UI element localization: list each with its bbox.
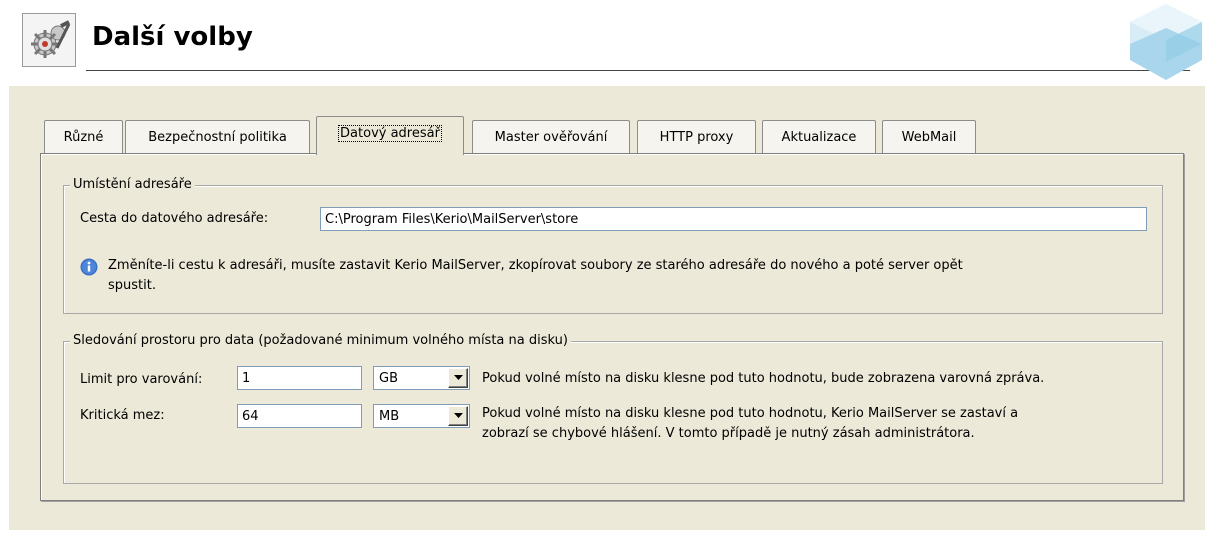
critical-limit-label: Kritická mez: bbox=[80, 408, 165, 423]
warning-description: Pokud volné místo na disku klesne pod tu… bbox=[482, 371, 1045, 386]
info-text-line2: spustit. bbox=[108, 278, 156, 293]
warning-unit-value: GB bbox=[379, 371, 398, 386]
tab-bezpecnostni-politika[interactable]: Bezpečnostní politika bbox=[125, 120, 310, 153]
path-label: Cesta do datového adresáře: bbox=[80, 211, 269, 226]
path-field[interactable]: C:\Program Files\Kerio\MailServer\store bbox=[320, 207, 1147, 231]
warning-limit-label: Limit pro varování: bbox=[80, 372, 203, 387]
tab-panel: Umístění adresáře Cesta do datového adre… bbox=[40, 153, 1184, 501]
tab-label: Master ověřování bbox=[494, 130, 608, 145]
tab-label: Datový adresář bbox=[338, 125, 442, 142]
tab-webmail[interactable]: WebMail bbox=[882, 120, 976, 153]
location-group: Umístění adresáře Cesta do datového adre… bbox=[63, 177, 1163, 314]
critical-description-line2: zobrazí se chybové hlášení. V tomto příp… bbox=[482, 426, 975, 441]
chevron-down-icon[interactable] bbox=[448, 368, 468, 388]
critical-limit-input[interactable]: 64 bbox=[237, 404, 362, 428]
header-divider bbox=[86, 70, 1190, 71]
header: Další volby bbox=[0, 0, 1214, 82]
warning-unit-select[interactable]: GB bbox=[373, 366, 470, 390]
location-group-title: Umístění adresáře bbox=[70, 177, 195, 192]
warning-limit-input[interactable]: 1 bbox=[237, 366, 362, 390]
info-text-line1: Změníte-li cestu k adresáři, musíte zast… bbox=[108, 258, 963, 273]
tab-http-proxy[interactable]: HTTP proxy bbox=[637, 120, 756, 153]
tab-ruzne[interactable]: Různé bbox=[44, 120, 123, 153]
gears-tools-icon bbox=[22, 13, 76, 67]
critical-unit-select[interactable]: MB bbox=[373, 404, 470, 428]
space-group-title: Sledování prostoru pro data (požadované … bbox=[70, 333, 571, 348]
space-group: Sledování prostoru pro data (požadované … bbox=[63, 333, 1163, 484]
tab-label: Různé bbox=[63, 130, 104, 145]
kerio-cube-logo bbox=[1128, 0, 1204, 86]
chevron-down-icon[interactable] bbox=[448, 406, 468, 426]
tab-master-overovani[interactable]: Master ověřování bbox=[472, 120, 630, 153]
critical-unit-value: MB bbox=[379, 409, 400, 424]
tab-label: Bezpečnostní politika bbox=[148, 130, 287, 145]
tab-datovy-adresar[interactable]: Datový adresář bbox=[316, 116, 464, 155]
critical-description-line1: Pokud volné místo na disku klesne pod tu… bbox=[482, 406, 1019, 421]
tab-label: WebMail bbox=[901, 130, 957, 145]
tab-label: HTTP proxy bbox=[659, 130, 734, 145]
tab-aktualizace[interactable]: Aktualizace bbox=[762, 120, 876, 153]
page-title: Další volby bbox=[92, 22, 253, 52]
info-icon bbox=[80, 258, 98, 280]
tab-label: Aktualizace bbox=[781, 130, 857, 145]
